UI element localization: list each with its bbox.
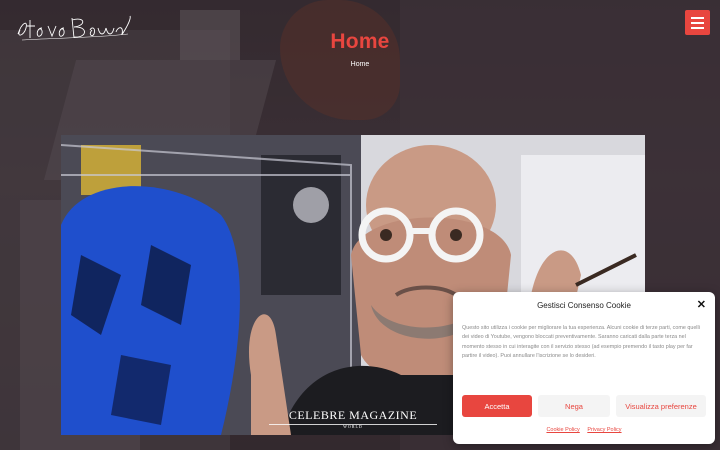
breadcrumb[interactable]: Home — [0, 61, 720, 68]
magazine-logo: CELEBRE MAGAZINE WORLD — [269, 408, 437, 429]
cookie-policy-link[interactable]: Cookie Policy — [546, 427, 579, 433]
cookie-consent-banner: Gestisci Consenso Cookie ✕ Questo sito u… — [453, 292, 715, 444]
deny-button[interactable]: Nega — [538, 395, 610, 417]
cookie-banner-text: Questo sito utilizza i cookie per miglio… — [462, 325, 700, 360]
cookie-button-group: Accetta Nega Visualizza preferenze — [462, 395, 706, 417]
hamburger-menu-icon — [691, 16, 704, 19]
cookie-policy-links: Cookie Policy Privacy Policy — [453, 427, 715, 433]
view-preferences-button[interactable]: Visualizza preferenze — [616, 395, 706, 417]
privacy-policy-link[interactable]: Privacy Policy — [587, 427, 621, 433]
page-title: Home — [330, 30, 390, 53]
close-icon[interactable]: ✕ — [697, 300, 706, 311]
accept-button[interactable]: Accetta — [462, 395, 532, 417]
cookie-banner-title: Gestisci Consenso Cookie — [537, 301, 631, 310]
